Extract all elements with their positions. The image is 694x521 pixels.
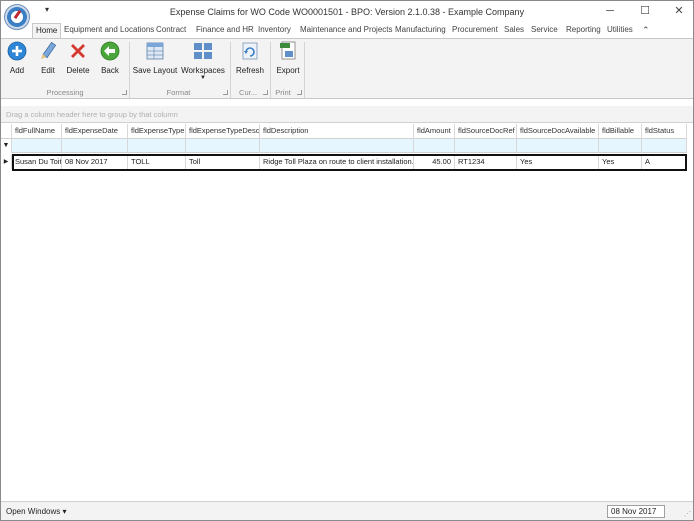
ribbon-collapse-icon[interactable]: ⌃ <box>639 23 653 38</box>
filter-cell-source-doc-available[interactable] <box>517 139 599 153</box>
delete-button[interactable]: Delete <box>64 41 92 75</box>
title-bar: ▾ Expense Claims for WO Code WO0001501 -… <box>1 1 693 30</box>
filter-cell-expense-date[interactable] <box>62 139 128 153</box>
edit-label: Edit <box>41 66 55 75</box>
refresh-label: Refresh <box>235 66 264 75</box>
add-label: Add <box>9 66 25 75</box>
add-button[interactable]: Add <box>5 41 29 75</box>
workspaces-dropdown-icon: ▼ <box>200 75 206 81</box>
cell-description[interactable]: Ridge Toll Plaza on route to client inst… <box>260 155 414 169</box>
resize-grip-icon[interactable]: ⋰ <box>684 510 691 518</box>
tab-manufacturing[interactable]: Manufacturing <box>392 23 449 38</box>
back-arrow-icon <box>100 41 120 61</box>
print-dialog-launcher-icon[interactable] <box>297 90 302 95</box>
app-logo-icon[interactable] <box>4 4 30 30</box>
group-divider <box>304 42 305 98</box>
tab-contract[interactable]: Contract <box>153 23 189 38</box>
maximize-button[interactable]: ☐ <box>634 4 656 18</box>
group-divider <box>270 42 271 98</box>
tab-procurement[interactable]: Procurement <box>449 23 501 38</box>
open-windows-dropdown[interactable]: Open Windows ▾ <box>6 507 66 516</box>
filter-cell-expense-type[interactable] <box>128 139 186 153</box>
cell-expense-date[interactable]: 08 Nov 2017 <box>62 155 128 169</box>
column-header-expense-date[interactable]: fldExpenseDate <box>62 124 128 139</box>
filter-cell-billable[interactable] <box>599 139 642 153</box>
delete-x-icon <box>71 44 85 58</box>
column-header-status[interactable]: fldStatus <box>642 124 687 139</box>
group-label-print: Print <box>275 88 291 97</box>
format-dialog-launcher-icon[interactable] <box>223 90 228 95</box>
tab-sales[interactable]: Sales <box>501 23 527 38</box>
group-label-processing: Processing <box>46 88 84 97</box>
save-layout-button[interactable]: Save Layout <box>132 41 178 75</box>
column-header-expense-type-desc[interactable]: fldExpenseTypeDesc <box>186 124 260 139</box>
column-header-source-doc-available[interactable]: fldSourceDocAvailable <box>517 124 599 139</box>
cell-expense-type[interactable]: TOLL <box>128 155 186 169</box>
export-label: Export <box>276 66 300 75</box>
filter-cell-fullname[interactable] <box>12 139 62 153</box>
back-label: Back <box>101 66 119 75</box>
workspaces-label: Workspaces <box>181 66 225 75</box>
filter-cell-description[interactable] <box>260 139 414 153</box>
refresh-button[interactable]: Refresh <box>233 41 267 75</box>
filter-cell-expense-type-desc[interactable] <box>186 139 260 153</box>
column-header-billable[interactable]: fldBillable <box>599 124 642 139</box>
processing-dialog-launcher-icon[interactable] <box>122 90 127 95</box>
column-header-description[interactable]: fldDescription <box>260 124 414 139</box>
back-button[interactable]: Back <box>97 41 123 75</box>
filter-cell-status[interactable] <box>642 139 687 153</box>
workspaces-button[interactable]: Workspaces ▼ <box>181 41 225 81</box>
status-bar: Open Windows ▾ 08 Nov 2017 ⋰ <box>1 501 693 520</box>
cell-source-doc-ref[interactable]: RT1234 <box>455 155 517 169</box>
save-layout-label: Save Layout <box>132 66 178 75</box>
cell-expense-type-desc[interactable]: Toll <box>186 155 260 169</box>
export-icon <box>280 41 296 60</box>
group-label-current: Cur... <box>239 88 257 97</box>
filter-cell-source-doc-ref[interactable] <box>455 139 517 153</box>
column-header-amount[interactable]: fldAmount <box>414 124 455 139</box>
status-date-field[interactable]: 08 Nov 2017 <box>607 505 665 518</box>
row-indicator-icon: ▶ <box>1 155 12 169</box>
group-label-format: Format <box>166 88 191 97</box>
group-by-panel[interactable]: Drag a column header here to group by th… <box>1 106 693 123</box>
cell-fullname[interactable]: Susan Du Toit <box>12 155 62 169</box>
save-layout-icon <box>146 42 164 60</box>
group-divider <box>129 42 130 98</box>
cell-amount[interactable]: 45.00 <box>414 155 455 169</box>
cell-source-doc-available[interactable]: Yes <box>517 155 599 169</box>
tab-inventory[interactable]: Inventory <box>255 23 294 38</box>
add-icon <box>7 41 27 61</box>
tab-utilities[interactable]: Utilities <box>604 23 636 38</box>
delete-label: Delete <box>66 66 90 75</box>
column-header-expense-type[interactable]: fldExpenseType <box>128 124 186 139</box>
filter-cell-amount[interactable] <box>414 139 455 153</box>
ribbon: Add Edit Delete Back Processing Save Lay… <box>1 38 693 99</box>
close-button[interactable]: ✕ <box>668 4 690 18</box>
minimize-button[interactable]: ─ <box>599 4 621 18</box>
column-header-fullname[interactable]: fldFullName <box>12 124 62 139</box>
cell-billable[interactable]: Yes <box>599 155 642 169</box>
tab-maintenance-and-projects[interactable]: Maintenance and Projects <box>297 23 396 38</box>
group-divider <box>230 42 231 98</box>
tab-finance-and-hr[interactable]: Finance and HR <box>193 23 257 38</box>
edit-pencil-icon <box>41 41 57 59</box>
edit-button[interactable]: Edit <box>36 41 60 75</box>
tab-service[interactable]: Service <box>528 23 561 38</box>
export-button[interactable]: Export <box>273 41 303 75</box>
current-dialog-launcher-icon[interactable] <box>263 90 268 95</box>
window-title: Expense Claims for WO Code WO0001501 - B… <box>169 7 525 17</box>
tab-reporting[interactable]: Reporting <box>563 23 604 38</box>
column-header-source-doc-ref[interactable]: fldSourceDocRef <box>455 124 517 139</box>
workspaces-icon <box>194 43 212 59</box>
cell-status[interactable]: A <box>642 155 687 169</box>
group-by-hint: Drag a column header here to group by th… <box>6 110 178 119</box>
ribbon-tabs: Home Equipment and Locations Contract Fi… <box>1 23 693 38</box>
filter-row-icon: ▼ <box>1 139 12 153</box>
tab-home[interactable]: Home <box>32 23 62 38</box>
header-corner <box>1 124 12 139</box>
refresh-icon <box>242 42 258 60</box>
tab-equipment-and-locations[interactable]: Equipment and Locations <box>61 23 157 38</box>
